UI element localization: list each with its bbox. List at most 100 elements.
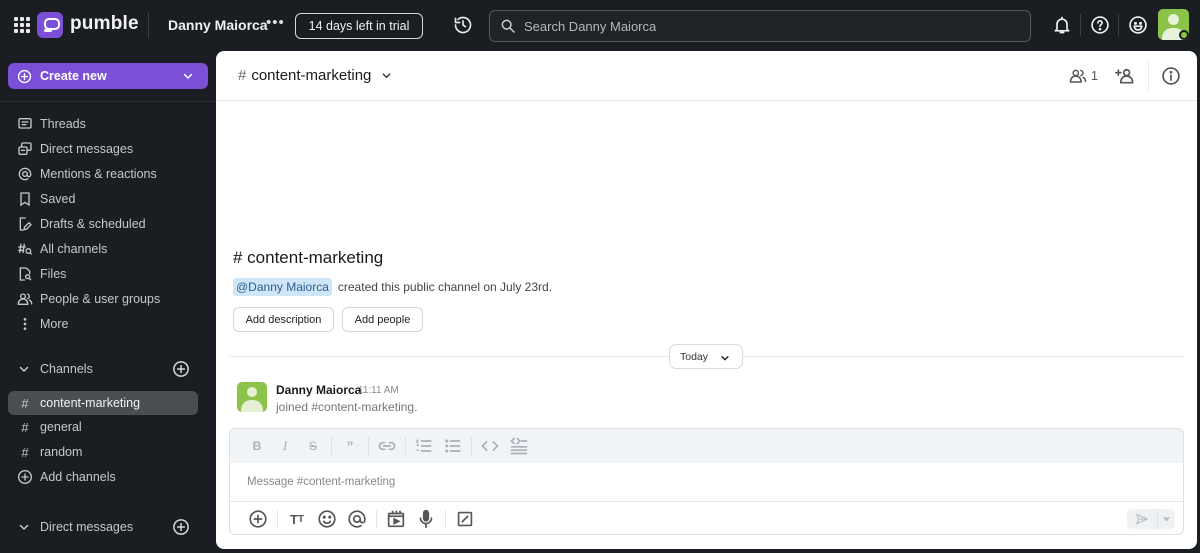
microphone-icon[interactable] xyxy=(415,508,437,530)
sidebar-item-label: People & user groups xyxy=(40,292,161,306)
emoji-status-icon[interactable] xyxy=(1128,15,1148,35)
channel-label: content-marketing xyxy=(40,396,141,410)
video-clip-icon[interactable] xyxy=(385,508,407,530)
send-button[interactable] xyxy=(1127,512,1157,526)
day-label: Today xyxy=(680,350,709,363)
divider xyxy=(376,510,377,528)
info-icon[interactable] xyxy=(1161,66,1181,86)
channels-section-header[interactable]: Channels xyxy=(8,358,198,380)
add-direct-message-icon[interactable] xyxy=(172,518,190,536)
message-input[interactable] xyxy=(230,463,1183,501)
composer-actions: TT xyxy=(230,501,1183,534)
sidebar-item-label: Direct messages xyxy=(40,142,134,156)
slash-command-icon[interactable] xyxy=(454,508,476,530)
sidebar-item-label: Files xyxy=(40,267,67,281)
apps-grid-icon[interactable] xyxy=(14,17,30,33)
emoji-icon[interactable] xyxy=(316,508,338,530)
search-input[interactable] xyxy=(524,18,1004,34)
day-divider-button[interactable]: Today xyxy=(669,344,743,369)
sidebar-item-people[interactable]: People & user groups xyxy=(8,288,198,310)
add-member-icon[interactable] xyxy=(1115,66,1135,86)
add-people-button[interactable]: Add people xyxy=(342,307,423,332)
at-icon xyxy=(18,167,32,181)
members-button[interactable]: 1 xyxy=(1069,67,1098,85)
direct-messages-section-header[interactable]: Direct messages xyxy=(8,516,198,538)
search-icon xyxy=(501,19,515,33)
link-icon[interactable] xyxy=(377,436,397,456)
divider xyxy=(471,437,472,455)
send-options-button[interactable] xyxy=(1157,509,1175,529)
add-channel-icon[interactable] xyxy=(172,360,190,378)
chevron-down-icon xyxy=(721,356,729,361)
members-icon xyxy=(1069,69,1087,83)
sidebar-item-all-channels[interactable]: All channels xyxy=(8,238,198,260)
message-composer: B I S ” Message #content-marketing T T xyxy=(229,428,1184,535)
app-window: pumble Danny Maiorca ••• 14 days left in… xyxy=(0,0,1200,553)
sidebar-item-label: Threads xyxy=(40,117,86,131)
quote-icon[interactable]: ” xyxy=(340,436,360,456)
trial-button[interactable]: 14 days left in trial xyxy=(295,13,423,39)
direct-messages-section-label: Direct messages xyxy=(40,520,134,534)
attach-plus-icon[interactable] xyxy=(247,508,269,530)
sidebar-item-more[interactable]: More xyxy=(8,313,198,335)
more-vertical-icon xyxy=(23,318,27,330)
intro-description: created this public channel on July 23rd… xyxy=(337,280,553,294)
code-block-icon[interactable] xyxy=(509,436,529,456)
sidebar-item-label: Saved xyxy=(40,192,76,206)
divider xyxy=(148,12,149,38)
sidebar-item-label: More xyxy=(40,317,69,331)
chevron-down-icon xyxy=(383,73,391,79)
divider xyxy=(331,437,332,455)
workspace-menu-button[interactable]: ••• xyxy=(266,14,285,31)
help-icon[interactable] xyxy=(1090,15,1110,35)
divider xyxy=(405,437,406,455)
divider xyxy=(1148,61,1149,91)
plus-circle-icon xyxy=(18,470,32,484)
strikethrough-icon[interactable]: S xyxy=(303,436,323,456)
sidebar-item-mentions[interactable]: Mentions & reactions xyxy=(8,163,198,185)
plus-circle-icon xyxy=(17,69,32,83)
files-icon xyxy=(19,267,32,281)
send-button-group xyxy=(1127,509,1175,529)
code-icon[interactable] xyxy=(480,436,500,456)
sidebar-divider xyxy=(0,101,216,102)
channel-intro-text: @Danny Maiorca created this public chann… xyxy=(233,278,552,296)
mention-icon[interactable] xyxy=(346,508,368,530)
chevron-down-icon xyxy=(183,73,193,79)
sidebar-item-threads[interactable]: Threads xyxy=(8,113,198,135)
divider xyxy=(1080,14,1081,36)
text-format-icon[interactable]: TT xyxy=(286,508,308,530)
user-mention[interactable]: @Danny Maiorca xyxy=(233,278,332,296)
bell-icon[interactable] xyxy=(1052,15,1072,35)
italic-icon[interactable]: I xyxy=(275,436,295,456)
bookmark-icon xyxy=(20,192,30,207)
message-text: joined #content-marketing. xyxy=(276,400,418,414)
sidebar-channel-random[interactable]: # random xyxy=(8,441,198,463)
message-author[interactable]: Danny Maiorca xyxy=(276,383,361,397)
history-icon[interactable] xyxy=(453,15,473,35)
message-avatar[interactable] xyxy=(237,382,267,412)
sidebar: Create new Threads Direct messages Menti… xyxy=(0,50,216,553)
caret-down-icon xyxy=(1163,516,1170,522)
search-bar[interactable] xyxy=(489,10,1031,42)
sidebar-channel-general[interactable]: # general xyxy=(8,416,198,438)
channel-label: general xyxy=(40,420,82,434)
channel-title-button[interactable]: # content-marketing xyxy=(238,67,392,84)
top-bar: pumble Danny Maiorca ••• 14 days left in… xyxy=(0,0,1200,50)
sidebar-item-direct-messages[interactable]: Direct messages xyxy=(8,138,198,160)
online-status-indicator xyxy=(1179,30,1189,40)
create-new-button[interactable]: Create new xyxy=(8,63,208,89)
channel-name: content-marketing xyxy=(251,67,372,84)
bold-icon[interactable]: B xyxy=(247,436,267,456)
brand-name: pumble xyxy=(70,13,139,34)
add-description-button[interactable]: Add description xyxy=(233,307,334,332)
create-new-label: Create new xyxy=(40,69,107,83)
sidebar-channel-content-marketing[interactable]: # content-marketing xyxy=(8,391,198,415)
add-channels-button[interactable]: Add channels xyxy=(8,466,198,488)
sidebar-item-drafts[interactable]: Drafts & scheduled xyxy=(8,213,198,235)
sidebar-item-saved[interactable]: Saved xyxy=(8,188,198,210)
bullet-list-icon[interactable] xyxy=(443,436,463,456)
workspace-name[interactable]: Danny Maiorca xyxy=(168,17,268,33)
ordered-list-icon[interactable] xyxy=(414,436,434,456)
sidebar-item-files[interactable]: Files xyxy=(8,263,198,285)
